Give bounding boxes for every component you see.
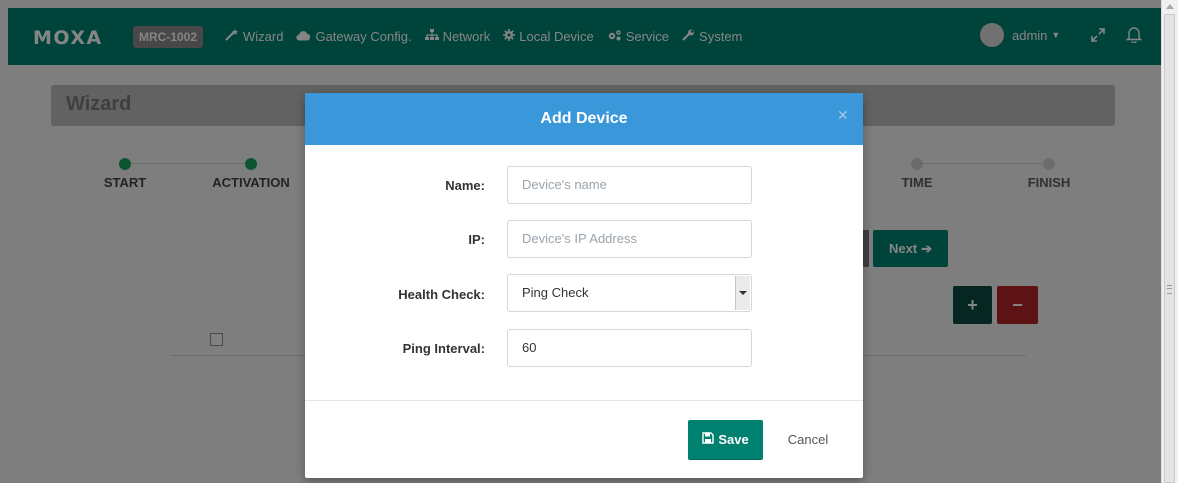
save-button[interactable]: Save [688, 420, 763, 459]
name-input[interactable]: Device's name [507, 166, 752, 204]
vertical-scrollbar[interactable] [1161, 0, 1178, 483]
health-check-value: Ping Check [522, 285, 589, 300]
dropdown-arrow-icon[interactable] [735, 276, 750, 310]
modal-title: Add Device [540, 110, 628, 127]
ip-label: IP: [468, 232, 485, 247]
app-window: MOXA MRC-1002 Wizard Gateway Config. Net… [0, 0, 1161, 483]
scrollbar-thumb[interactable] [1164, 14, 1175, 483]
ping-interval-input[interactable]: 60 [507, 329, 752, 367]
modal-footer-divider [305, 400, 863, 401]
add-device-modal: Add Device ✕ Name: Device's name IP: Dev… [305, 93, 863, 478]
ip-input[interactable]: Device's IP Address [507, 220, 752, 258]
close-icon[interactable]: ✕ [837, 107, 849, 124]
save-label: Save [718, 432, 749, 447]
health-check-label: Health Check: [398, 287, 485, 302]
floppy-disk-icon [702, 432, 715, 447]
ping-interval-label: Ping Interval: [402, 341, 485, 356]
scroll-up-icon[interactable] [1166, 4, 1174, 9]
modal-header: Add Device ✕ [305, 93, 863, 145]
name-label: Name: [445, 178, 485, 193]
health-check-select[interactable]: Ping Check [507, 274, 752, 312]
grip-icon [1167, 285, 1172, 294]
cancel-button[interactable]: Cancel [779, 420, 837, 459]
